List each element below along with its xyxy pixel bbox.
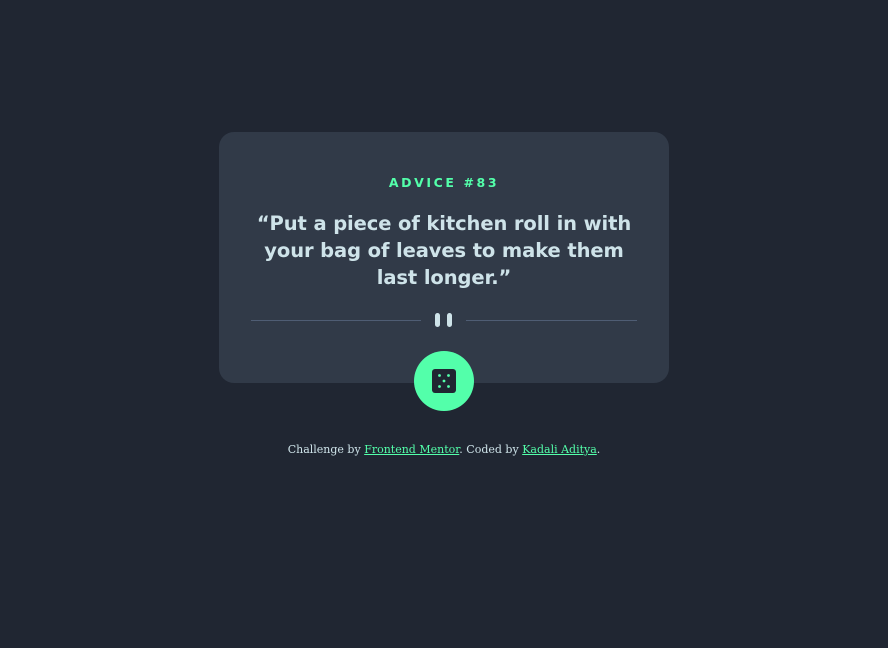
attribution: Challenge by Frontend Mentor. Coded by K… <box>0 443 888 457</box>
attribution-suffix: . <box>596 443 601 456</box>
advice-card: ADVICE #83 “Put a piece of kitchen roll … <box>219 132 669 411</box>
new-advice-button[interactable] <box>414 351 474 411</box>
attribution-middle: . Coded by <box>459 443 519 456</box>
advice-number: ADVICE #83 <box>388 175 500 190</box>
frontend-mentor-link[interactable]: Frontend Mentor <box>364 443 459 456</box>
dice-icon <box>432 369 456 393</box>
author-link[interactable]: Kadali Aditya <box>522 443 597 456</box>
divider <box>251 312 637 328</box>
pause-icon <box>435 313 452 327</box>
attribution-prefix: Challenge by <box>287 443 361 456</box>
divider-line-right <box>466 320 637 321</box>
advice-quote: “Put a piece of kitchen roll in with you… <box>256 212 632 289</box>
divider-line-left <box>251 320 421 321</box>
